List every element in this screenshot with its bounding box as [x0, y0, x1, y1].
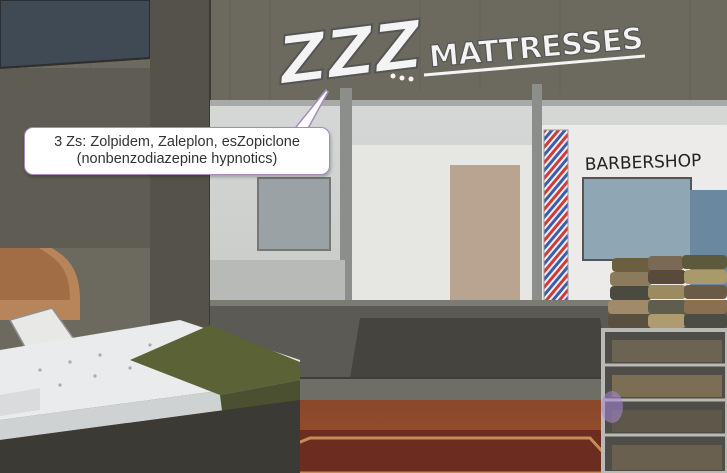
hint-callout-text: 3 Zs: Zolpidem, Zaleplon, esZopiclone (n…	[54, 134, 300, 167]
hint-callout: 3 Zs: Zolpidem, Zaleplon, esZopiclone (n…	[24, 127, 330, 175]
interactive-hotspot[interactable]	[601, 391, 623, 423]
towel-shelf	[601, 255, 727, 473]
store-scene: BARBERSHOP ZZZ MATTRESSES 3 Zs: Zolpidem…	[0, 0, 727, 473]
barber-pole	[544, 130, 568, 305]
barbershop-window	[582, 177, 692, 261]
interior-mirror	[257, 177, 331, 251]
barbershop-sign: BARBERSHOP	[584, 151, 701, 175]
upper-left-window	[0, 0, 150, 68]
interior-door	[450, 165, 520, 300]
